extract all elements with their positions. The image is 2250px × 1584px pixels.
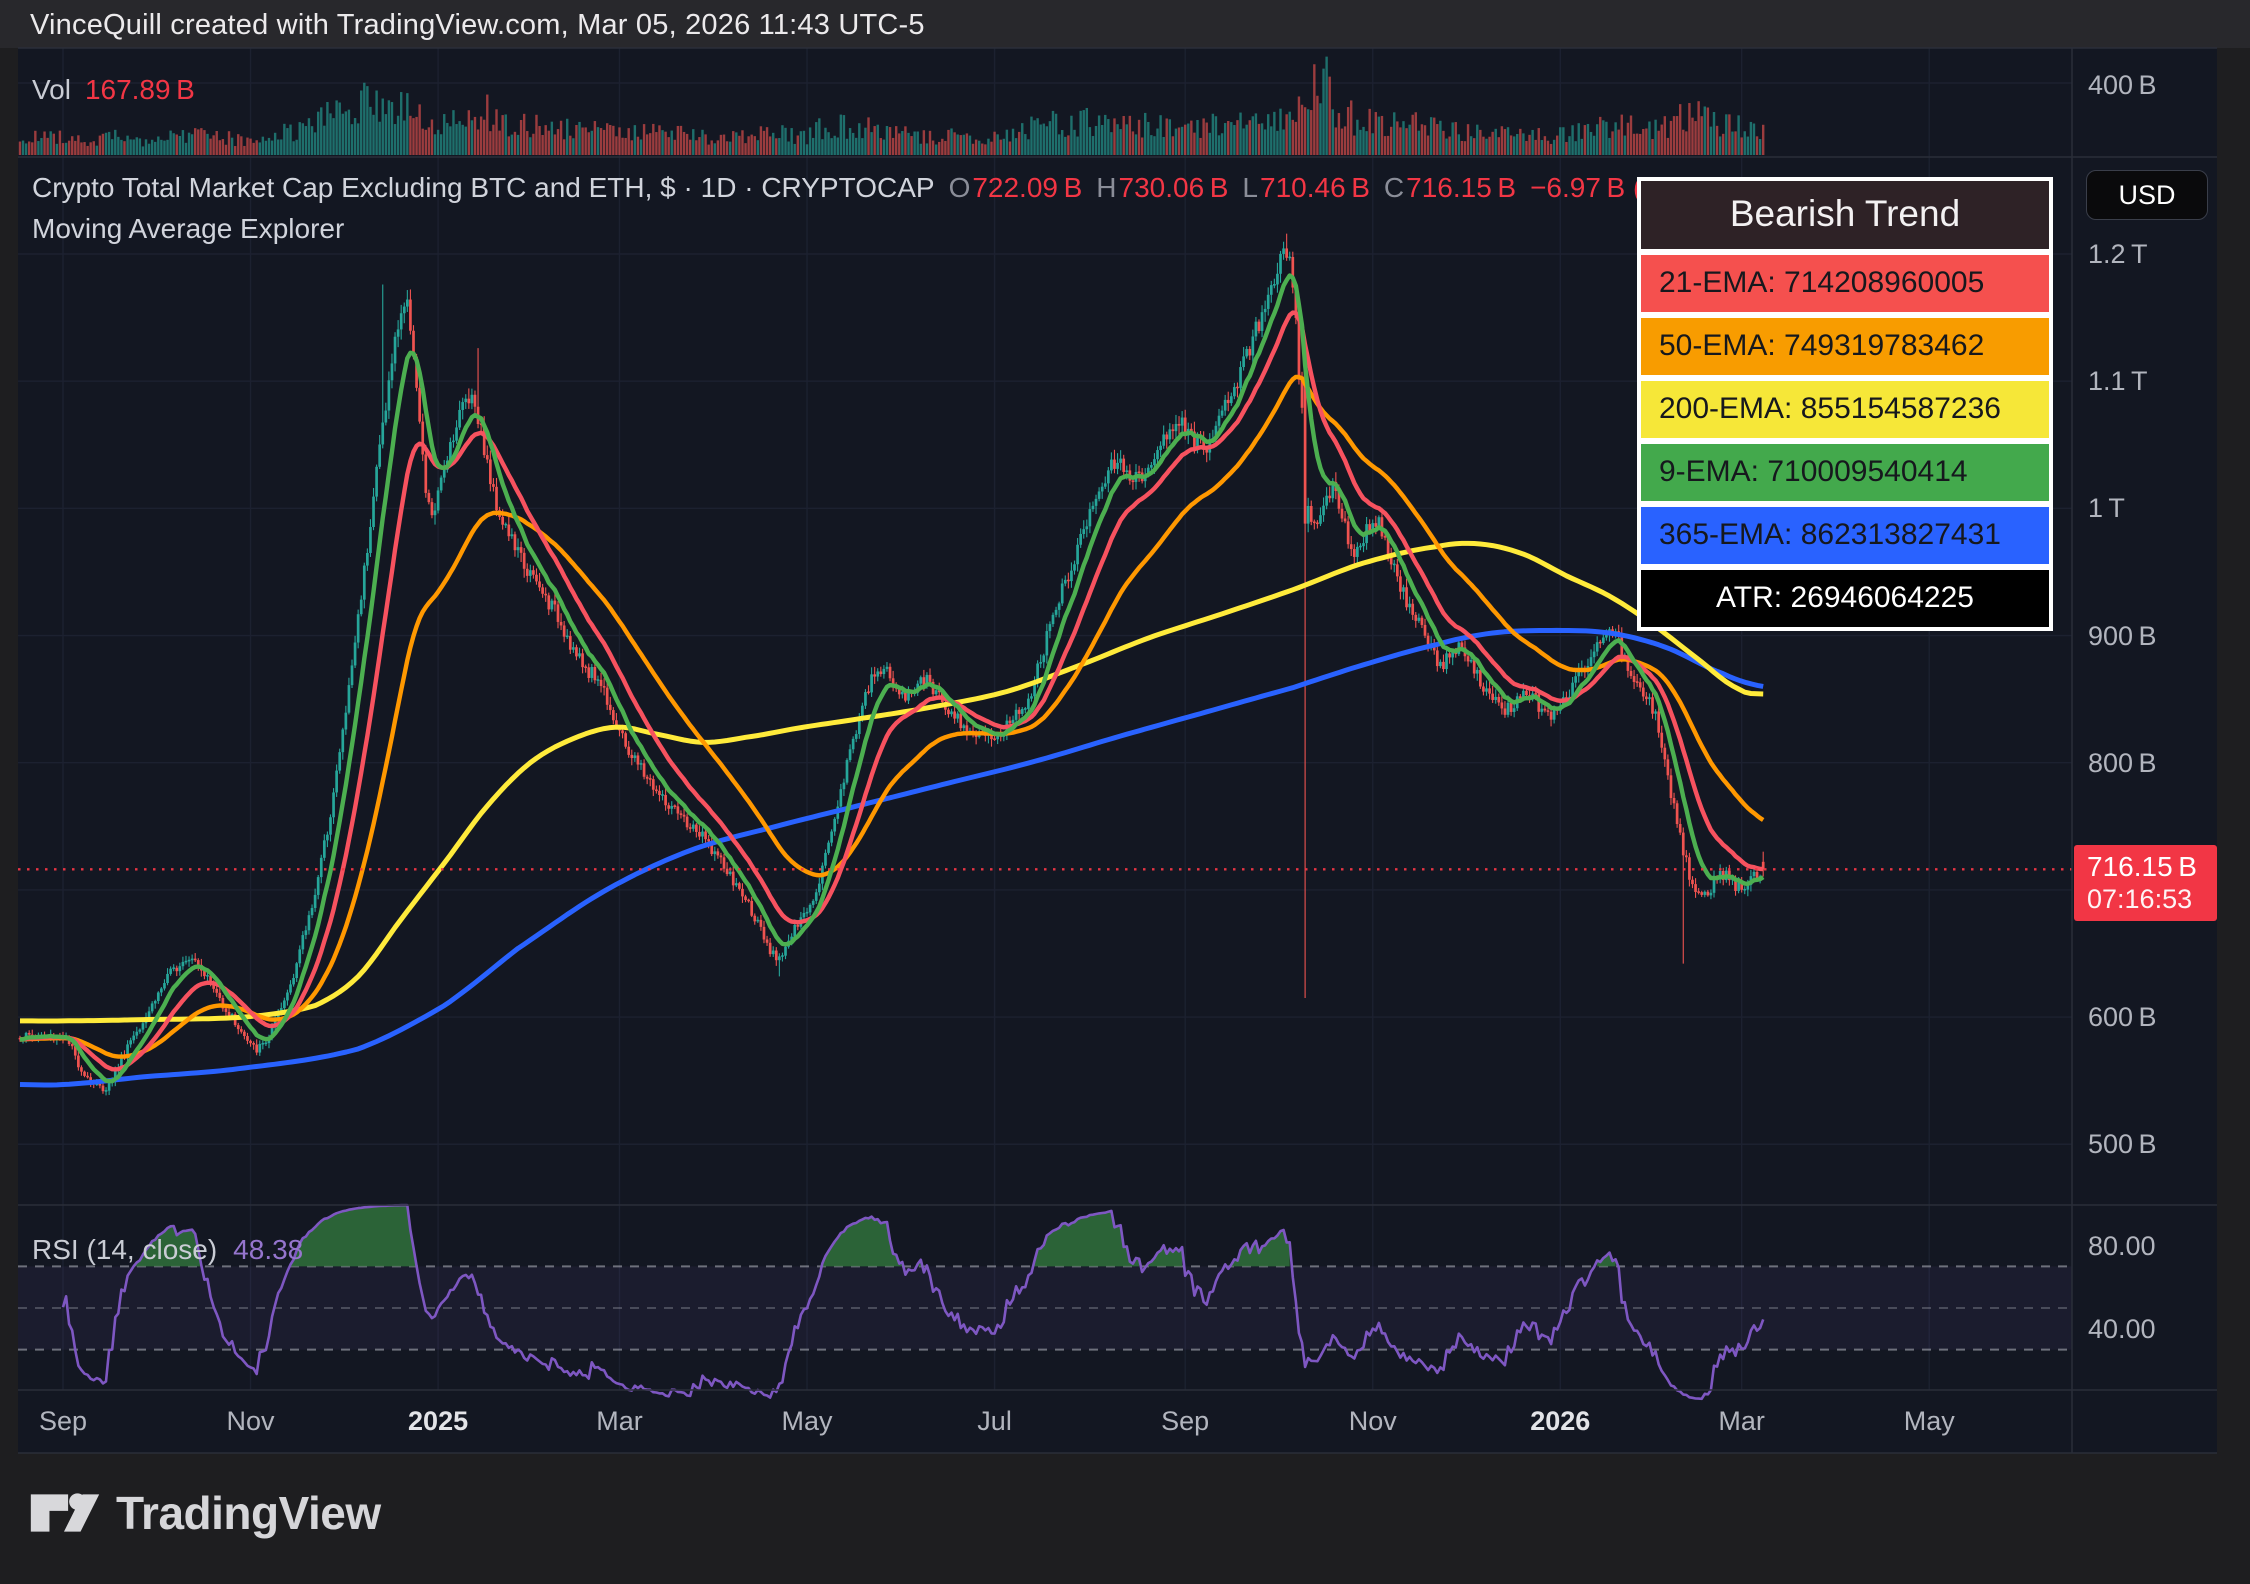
- bearish-trend-panel: Bearish Trend 21-EMA: 714208960005 50-EMA…: [1637, 177, 2053, 631]
- close-value: 716.15 B: [1406, 172, 1516, 203]
- time-axis-tick: Mar: [1682, 1406, 1802, 1437]
- open-value: 722.09 B: [972, 172, 1082, 203]
- symbol-title[interactable]: Crypto Total Market Cap Excluding BTC an…: [32, 172, 935, 203]
- tradingview-logo-icon: [30, 1484, 100, 1542]
- brand-footer: TradingView: [30, 1484, 381, 1542]
- high-value: 730.06 B: [1119, 172, 1229, 203]
- legend-row-200-ema: 200-EMA: 855154587236: [1641, 381, 2049, 438]
- legend-row-21-ema: 21-EMA: 714208960005: [1641, 255, 2049, 312]
- time-axis-tick: Nov: [1313, 1406, 1433, 1437]
- volume-value: 167.89 B: [85, 74, 195, 105]
- price-axis-tick: 800 B: [2088, 748, 2156, 779]
- legend-row-atr: ATR: 26946064225: [1641, 570, 2049, 627]
- rsi-axis-tick: 40.00: [2088, 1314, 2156, 1345]
- chart-root: VinceQuill created with TradingView.com,…: [0, 0, 2250, 1584]
- time-axis-tick: Nov: [191, 1406, 311, 1437]
- time-axis-tick: 2026: [1500, 1406, 1620, 1437]
- time-axis-tick: Jul: [935, 1406, 1055, 1437]
- price-axis-tick: 500 B: [2088, 1129, 2156, 1160]
- volume-pane-legend: Vol 167.89 B: [32, 74, 195, 106]
- bearish-trend-title: Bearish Trend: [1641, 181, 2049, 249]
- rsi-value: 48.38: [233, 1234, 303, 1265]
- price-axis-tick: 1 T: [2088, 493, 2125, 524]
- price-axis-tick: 1.2 T: [2088, 239, 2147, 270]
- symbol-title-row: Crypto Total Market Cap Excluding BTC an…: [32, 172, 1747, 204]
- price-axis-tick: 1.1 T: [2088, 366, 2147, 397]
- open-label: O: [949, 172, 971, 203]
- price-tag-countdown: 07:16:53: [2087, 883, 2217, 915]
- time-axis-tick: May: [747, 1406, 867, 1437]
- rsi-axis-tick: 80.00: [2088, 1231, 2156, 1262]
- price-axis-tick: 600 B: [2088, 1002, 2156, 1033]
- time-axis-tick: Mar: [559, 1406, 679, 1437]
- legend-row-50-ema: 50-EMA: 749319783462: [1641, 318, 2049, 375]
- volume-axis-tick: 400 B: [2088, 70, 2156, 101]
- time-axis-tick: Sep: [1125, 1406, 1245, 1437]
- price-tag-price: 716.15 B: [2087, 851, 2217, 883]
- indicator-title[interactable]: Moving Average Explorer: [32, 213, 344, 245]
- low-label: L: [1242, 172, 1258, 203]
- legend-row-365-ema: 365-EMA: 862313827431: [1641, 507, 2049, 564]
- price-axis-tick: 900 B: [2088, 621, 2156, 652]
- legend-row-9-ema: 9-EMA: 710009540414: [1641, 444, 2049, 501]
- current-price-tag: 716.15 B 07:16:53: [2074, 845, 2217, 921]
- rsi-pane-legend: RSI (14, close) 48.38: [32, 1234, 303, 1266]
- brand-name: TradingView: [116, 1486, 381, 1540]
- currency-usd-button[interactable]: USD: [2086, 170, 2208, 220]
- time-axis-tick: 2025: [378, 1406, 498, 1437]
- time-axis-tick: May: [1869, 1406, 1989, 1437]
- low-value: 710.46 B: [1260, 172, 1370, 203]
- rsi-label[interactable]: RSI (14, close): [32, 1234, 217, 1265]
- volume-label: Vol: [32, 74, 71, 105]
- close-label: C: [1384, 172, 1404, 203]
- high-label: H: [1096, 172, 1116, 203]
- time-axis-tick: Sep: [3, 1406, 123, 1437]
